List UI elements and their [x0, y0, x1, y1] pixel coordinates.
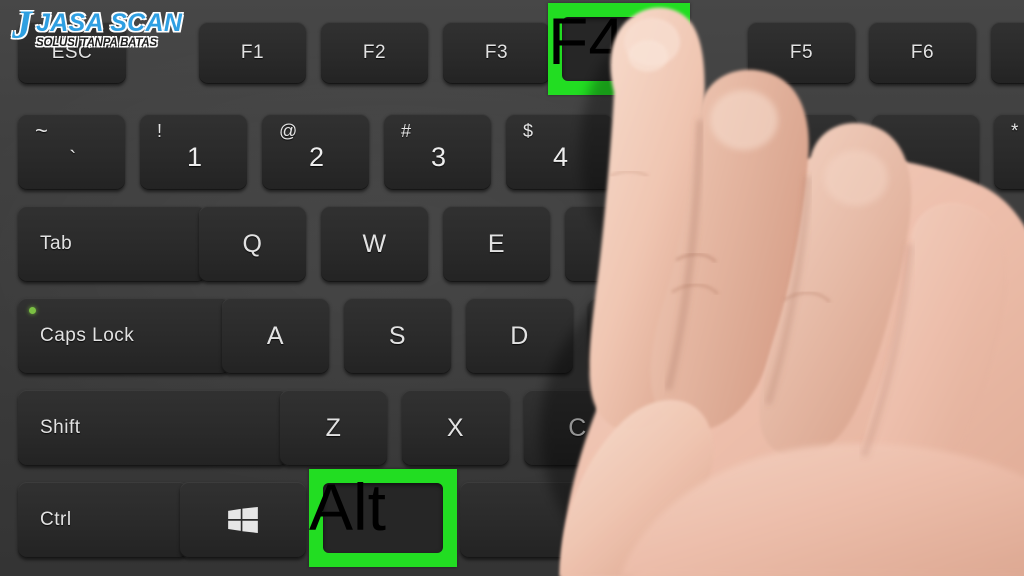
key-caps-lock[interactable]: Caps Lock: [18, 298, 230, 374]
key-space[interactable]: [460, 482, 760, 558]
key-f2[interactable]: F2: [321, 22, 428, 84]
key-windows[interactable]: [180, 482, 306, 558]
key-f3[interactable]: F3: [443, 22, 550, 84]
key-shift-left[interactable]: Shift: [18, 390, 288, 466]
key-label: Q: [242, 229, 263, 258]
key-shift-symbol: *: [1011, 121, 1019, 142]
key-g[interactable]: [710, 298, 817, 374]
key-digit: 4: [552, 141, 569, 172]
key-backtick[interactable]: ~ `: [18, 114, 125, 190]
key-label: F: [633, 321, 650, 350]
key-shift-symbol: ~: [35, 118, 49, 143]
key-x[interactable]: X: [402, 390, 509, 466]
watermark-logo-icon: J: [12, 2, 32, 47]
key-label: A: [266, 321, 285, 350]
key-label: F5: [789, 42, 814, 63]
key-shift-symbol: !: [157, 121, 163, 141]
key-f1[interactable]: F1: [199, 22, 306, 84]
key-3[interactable]: # 3: [384, 114, 491, 190]
key-shift-symbol: $: [523, 121, 534, 141]
key-digit: 1: [186, 141, 203, 172]
key-f5[interactable]: F5: [748, 22, 855, 84]
key-label: Tab: [40, 233, 73, 254]
key-ctrl-left[interactable]: Ctrl: [18, 482, 188, 558]
key-f6[interactable]: F6: [869, 22, 976, 84]
key-t[interactable]: [687, 206, 794, 282]
key-v[interactable]: [646, 390, 753, 466]
key-r[interactable]: R: [565, 206, 672, 282]
key-a[interactable]: A: [222, 298, 329, 374]
highlight-label-f4: F4: [548, 4, 626, 78]
screenshot-root: ESC F1 F2 F3 F5 F6 ~ ` ! 1 @ 2 # 3 $ 4 5…: [0, 0, 1024, 576]
watermark-title: JASA SCAN: [36, 9, 183, 37]
key-5[interactable]: 5: [628, 114, 735, 190]
key-s[interactable]: S: [344, 298, 451, 374]
key-shift-symbol: @: [279, 121, 298, 141]
key-1[interactable]: ! 1: [140, 114, 247, 190]
watermark-jasa-scan: J JASA SCAN SOLUSI TANPA BATAS: [12, 2, 183, 50]
watermark-subtitle: SOLUSI TANPA BATAS: [36, 37, 157, 49]
key-7[interactable]: [872, 114, 979, 190]
highlight-label-alt: Alt: [309, 470, 387, 544]
key-digit: 5: [674, 141, 691, 172]
key-label: D: [510, 321, 529, 350]
key-f[interactable]: F: [588, 298, 695, 374]
key-q[interactable]: Q: [199, 206, 306, 282]
key-f7-partial[interactable]: [991, 22, 1024, 84]
key-label: S: [388, 321, 407, 350]
caps-lock-led-icon: [29, 307, 36, 314]
key-6[interactable]: [750, 114, 857, 190]
key-z[interactable]: Z: [280, 390, 387, 466]
key-d[interactable]: D: [466, 298, 573, 374]
key-8[interactable]: *: [994, 114, 1024, 190]
key-label: W: [362, 229, 387, 258]
key-label: C: [568, 413, 587, 442]
key-label: R: [609, 229, 628, 258]
key-base-symbol: `: [69, 148, 77, 172]
windows-logo-icon: [228, 507, 258, 533]
key-label: Ctrl: [40, 509, 72, 530]
key-label: F2: [362, 42, 387, 63]
key-tab[interactable]: Tab: [18, 206, 206, 282]
key-4[interactable]: $ 4: [506, 114, 613, 190]
key-2[interactable]: @ 2: [262, 114, 369, 190]
key-w[interactable]: W: [321, 206, 428, 282]
key-digit: 2: [308, 141, 325, 172]
key-label: F3: [484, 42, 509, 63]
key-label: X: [446, 413, 465, 442]
key-label: F6: [910, 42, 935, 63]
key-label: Z: [325, 413, 342, 442]
key-label: Shift: [40, 417, 81, 438]
key-label: Caps Lock: [40, 325, 135, 346]
key-e[interactable]: E: [443, 206, 550, 282]
key-shift-symbol: #: [401, 121, 412, 141]
key-label: E: [487, 229, 506, 258]
key-label: F1: [240, 42, 265, 63]
key-c[interactable]: C: [524, 390, 631, 466]
key-digit: 3: [430, 141, 447, 172]
